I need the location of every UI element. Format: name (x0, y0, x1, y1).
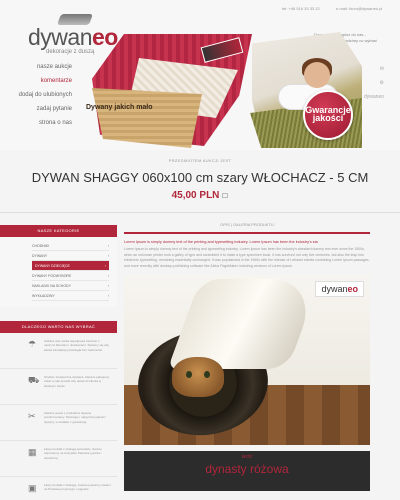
category-label: DYWANY DZIECIĘCE (35, 264, 70, 268)
why-us-list: ☂ Solidna oraz ścisła współpraca zarówno … (0, 333, 117, 500)
category-item[interactable]: DYWANY DZIECIĘCE › (32, 261, 109, 271)
kitten-eye-right (204, 371, 210, 378)
pattern-band: wzór dynasty różowa (124, 451, 370, 491)
chevron-right-icon: › (104, 264, 106, 268)
chevron-right-icon: › (107, 254, 109, 258)
menu-item-about[interactable]: strona o nas (0, 116, 80, 130)
menu-item-auctions[interactable]: nasze aukcje (0, 60, 80, 74)
phone-number: tel: +48 516 33 33 22 (282, 6, 320, 11)
product-price: 45,00 PLN (171, 190, 220, 201)
why-us-item: ⛟ Szybka i bezpieczna dostawa. Zawsze pak… (0, 369, 117, 405)
why-us-text: Zawsze jesteś z produktów dywanu poinfor… (44, 411, 106, 424)
banner-woman-face (304, 62, 330, 88)
category-label: CHODNIKI (32, 244, 50, 248)
chevron-right-icon: › (107, 294, 109, 298)
menu-item-favorites[interactable]: dodaj do ulubionych (0, 88, 80, 102)
email-address[interactable]: e-mail: biuro@dywaneo.pl (336, 6, 382, 11)
category-item[interactable]: NAKLADKI NA SCHODY › (32, 281, 109, 291)
tools-icon: ✂ (28, 411, 36, 421)
auction-subject-label: PRZEDMIOTEM AUKCJI JEST (168, 158, 232, 163)
why-us-text: Szybka i bezpieczna dostawa. Zawsze paku… (44, 375, 110, 388)
main-content: OPIS | GALERIA PRODUKTU Lorem Ipsum is s… (124, 222, 370, 491)
pattern-name: dynasty różowa (205, 462, 289, 476)
why-us-text: Solidna oraz ścisła współpraca zarówno z… (44, 339, 110, 352)
header: dywaneo dekoracje z duszą tel: +48 516 3… (0, 0, 400, 150)
pattern-label: wzór (241, 454, 253, 460)
category-item[interactable]: CHODNIKI › (32, 241, 109, 251)
why-us-title: DLACZEGO WARTO NAS WYBRAĆ (0, 321, 117, 333)
sidebar: NASZE KATEGORIE CHODNIKI › DYWANY › DYWANY D… (0, 225, 117, 500)
quality-line-2: jakości (312, 113, 344, 123)
product-photo[interactable]: dywaneo (124, 275, 370, 445)
main-menu: nasze aukcje komentarze dodaj do ulubion… (0, 60, 80, 130)
product-price-row: 45,00 PLN (0, 190, 400, 201)
why-us-section: DLACZEGO WARTO NAS WYBRAĆ ☂ Solidna oraz … (0, 321, 117, 500)
cart-side-icon[interactable]: ✉ (360, 66, 384, 72)
kitten-eye-left (186, 371, 192, 378)
category-item[interactable]: DYWANY › (32, 251, 109, 261)
side-brand: dywaneo (363, 94, 384, 100)
banner-caption: Dywany jakich mało (86, 104, 153, 111)
page: dywaneo dekoracje z duszą tel: +48 516 3… (0, 0, 400, 500)
category-item[interactable]: WYKŁADZINY › (32, 291, 109, 301)
description-highlight: Lorem Ipsum is simply dummy text of the … (124, 240, 318, 244)
why-us-item: ▦ Łatwy kontakt z obsługą sprzedaży, chęt… (0, 441, 117, 477)
category-label: DYWANY (32, 254, 48, 258)
categories-title: NASZE KATEGORIE (0, 225, 117, 237)
why-us-text: Łatwy kontakt z obsługą, zawsze jesteśmy… (44, 483, 111, 492)
divider (0, 212, 400, 213)
chevron-right-icon: › (107, 274, 109, 278)
cart-icon[interactable] (222, 192, 229, 198)
tab-underline (124, 232, 370, 234)
product-title: DYWAN SHAGGY 060x100 cm szary WŁOCHACZ -… (31, 170, 369, 185)
truck-icon: ⛟ (28, 375, 40, 385)
category-label: DYWANY PODWYBORE (32, 274, 72, 278)
chevron-right-icon: › (107, 244, 109, 248)
why-us-text: Łatwy kontakt z obsługą sprzedaży, chętn… (44, 447, 102, 460)
chart-icon: ▦ (28, 447, 37, 457)
category-label: WYKŁADZINY (32, 294, 55, 298)
calendar-icon: ▣ (28, 483, 37, 493)
menu-item-ask-question[interactable]: zadaj pytanie (0, 102, 80, 116)
content-tabs[interactable]: OPIS | GALERIA PRODUKTU (124, 222, 370, 230)
quality-badge: Gwarancje jakości (303, 90, 353, 140)
description-body: Lorem Ipsum is simply dummy text of the … (124, 247, 370, 268)
info-side-icon[interactable]: ⚙ (360, 80, 384, 86)
why-us-item: ▣ Łatwy kontakt z obsługą, zawsze jesteśm… (0, 477, 117, 500)
why-us-item: ☂ Solidna oraz ścisła współpraca zarówno … (0, 333, 117, 369)
kitten-photo (172, 357, 224, 397)
chevron-right-icon: › (107, 284, 109, 288)
categories-list: CHODNIKI › DYWANY › DYWANY DZIECIĘCE › DYWANY … (0, 237, 117, 307)
category-item[interactable]: DYWANY PODWYBORE › (32, 271, 109, 281)
banner-carpet-beige (92, 88, 202, 148)
category-label: NAKLADKI NA SCHODY (32, 284, 71, 288)
photo-watermark-logo: dywaneo (315, 281, 364, 297)
umbrella-icon: ☂ (28, 339, 37, 349)
menu-item-comments[interactable]: komentarze (0, 74, 80, 88)
why-us-item: ✂ Zawsze jesteś z produktów dywanu poinfo… (0, 405, 117, 441)
carpet-roll-logo-icon (56, 14, 94, 25)
